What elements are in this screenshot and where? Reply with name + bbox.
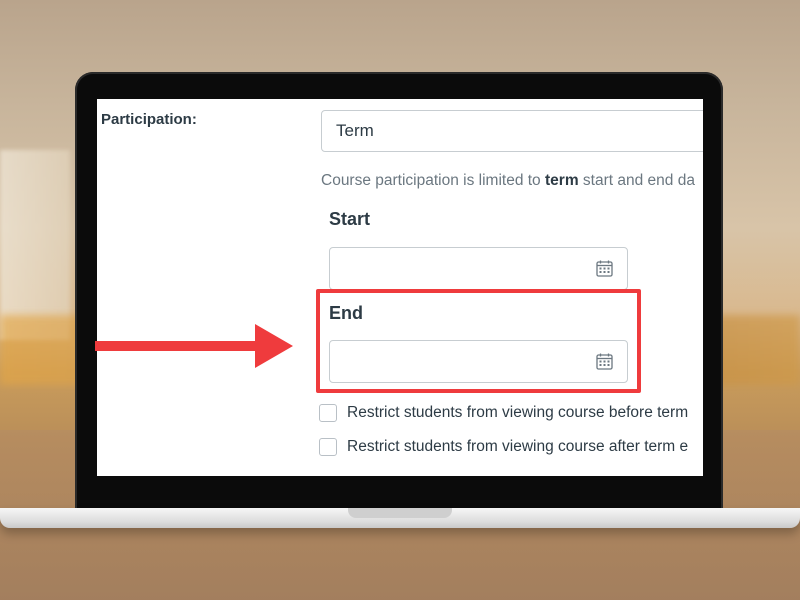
start-date-label: Start — [329, 209, 371, 229]
background-window — [0, 150, 70, 340]
start-date-input[interactable] — [329, 247, 628, 290]
restrict-before-term-checkbox[interactable] — [319, 404, 337, 422]
restrict-after-term-row[interactable]: Restrict students from viewing course af… — [319, 438, 688, 456]
restrict-after-term-label: Restrict students from viewing course af… — [347, 438, 689, 456]
laptop-hinge-notch — [348, 508, 452, 518]
annotation-arrow-shaft — [95, 341, 265, 351]
restrict-before-term-row[interactable]: Restrict students from viewing course be… — [319, 404, 688, 422]
laptop-screen: Participation: Term ⌄ Course participati… — [97, 99, 703, 476]
annotation-arrow-head — [255, 324, 293, 368]
participation-label: Participation: — [101, 111, 197, 128]
end-date-highlight-box — [316, 289, 641, 393]
participation-select-value: Term — [336, 121, 374, 140]
participation-select[interactable]: Term ⌄ — [321, 110, 703, 152]
restrict-before-term-label: Restrict students from viewing course be… — [347, 404, 689, 422]
calendar-icon[interactable] — [596, 260, 613, 277]
restrict-after-term-checkbox[interactable] — [319, 438, 337, 456]
participation-help-text: Course participation is limited to term … — [321, 172, 695, 189]
